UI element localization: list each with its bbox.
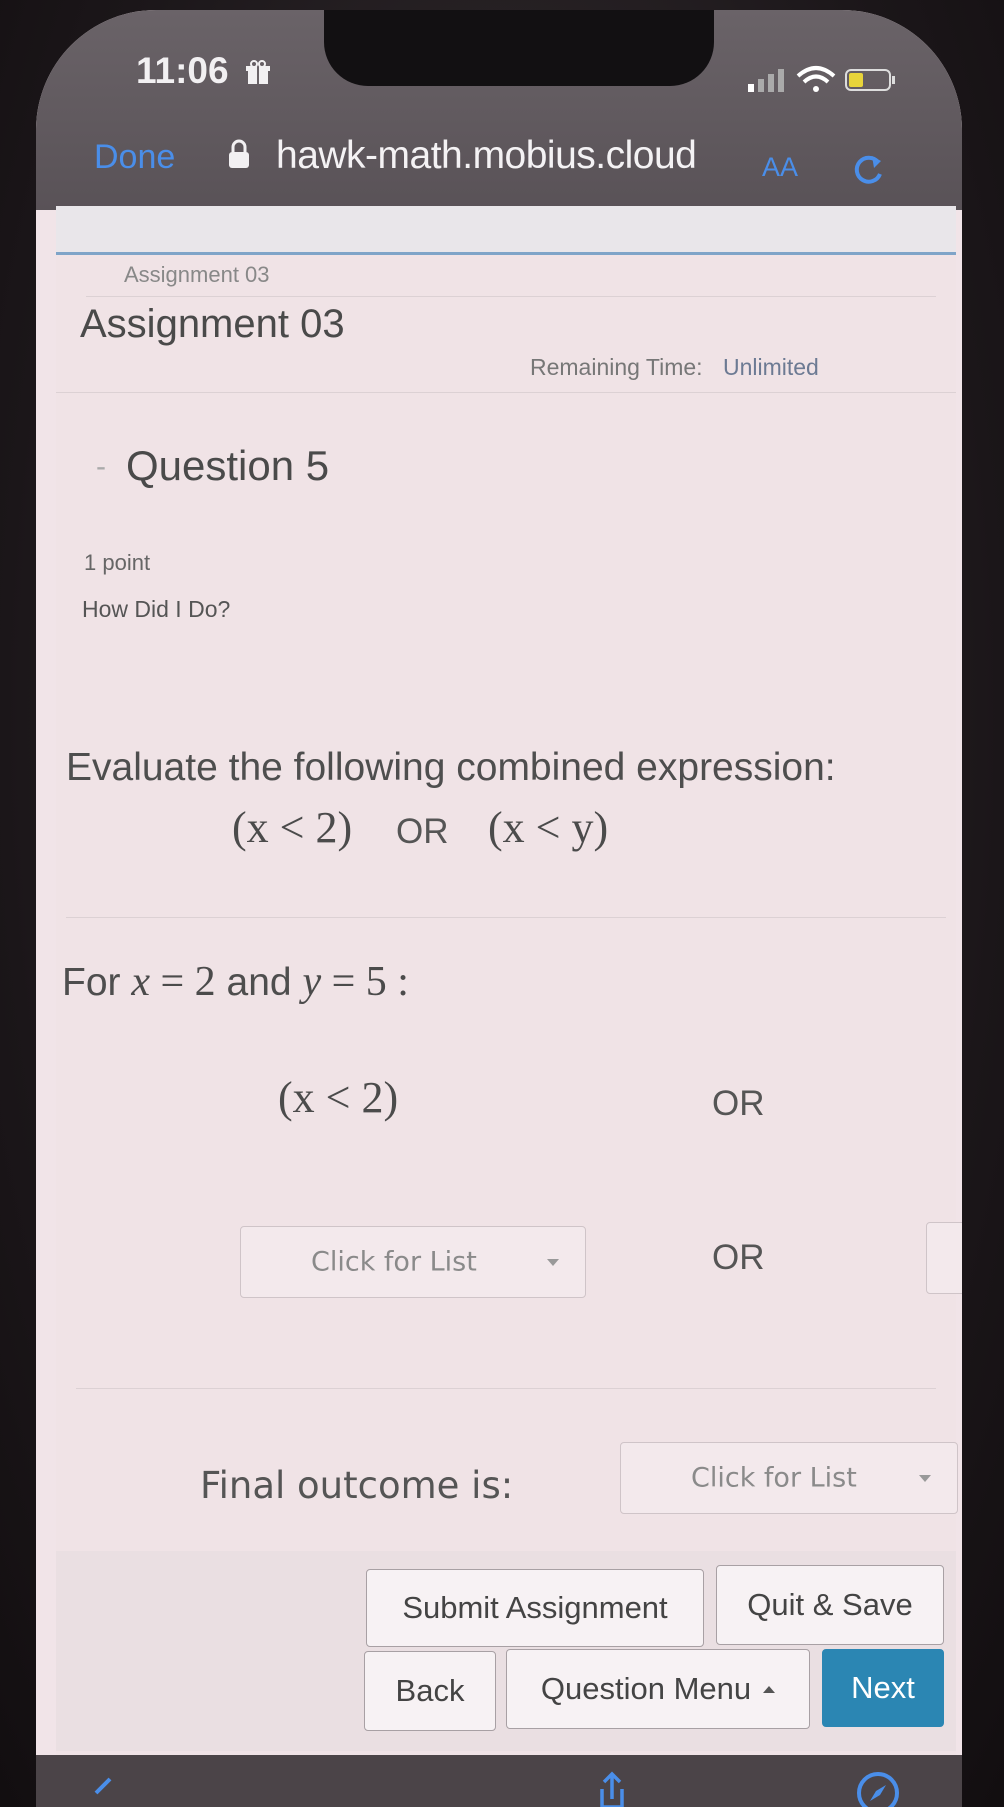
final-outcome-dropdown-text: Click for List (691, 1462, 857, 1494)
caret-up-icon (763, 1685, 776, 1693)
page-top-strip (56, 206, 956, 255)
reload-icon[interactable] (848, 150, 888, 190)
row2-left-dropdown-text: Click for List (311, 1246, 477, 1278)
collapse-icon[interactable]: - (96, 450, 106, 484)
done-button[interactable]: Done (94, 138, 175, 177)
question-points: 1 point (84, 550, 151, 575)
camera-notch (324, 10, 714, 86)
browser-top-bar: 11:06 Done hawk-math.mobius.cloud AA (36, 10, 962, 210)
given-x-var: x (131, 959, 150, 1005)
back-arrow-icon[interactable] (82, 1769, 122, 1807)
divider (86, 296, 936, 297)
expression-left: (x < 2) (232, 803, 353, 852)
final-outcome-label: Final outcome is: (200, 1464, 514, 1507)
remaining-time-label: Remaining Time: (530, 354, 703, 380)
gift-icon (245, 60, 270, 84)
text-size-button[interactable]: AA (762, 152, 798, 183)
row2-operator: OR (712, 1238, 765, 1277)
status-time: 11:06 (136, 50, 229, 91)
given-x-value: = 2 (160, 959, 216, 1005)
row2-right-dropdown[interactable] (926, 1222, 962, 1294)
question-menu-label: Question Menu (540, 1671, 752, 1706)
divider (56, 392, 956, 393)
battery-icon (845, 69, 895, 91)
page-title: Assignment 03 (80, 302, 345, 346)
chevron-down-icon (547, 1259, 559, 1266)
given-prefix: For (62, 961, 121, 1004)
remaining-time: Remaining Time: Unlimited (530, 354, 819, 381)
question-prompt: Evaluate the following combined expressi… (66, 746, 836, 789)
status-icons (748, 66, 895, 92)
web-content: Assignment 03 Assignment 03 Remaining Ti… (56, 206, 962, 1756)
compass-icon[interactable] (854, 1769, 902, 1807)
question-title: Question 5 (126, 442, 330, 489)
expression-operator: OR (396, 812, 449, 851)
share-icon[interactable] (592, 1769, 632, 1807)
given-values: For x = 2 and y = 5 : (62, 958, 409, 1006)
given-y-var: y (302, 959, 322, 1005)
wifi-icon (796, 66, 836, 92)
signal-icon (748, 69, 784, 92)
divider (76, 1388, 936, 1389)
how-did-i-do-link[interactable]: How Did I Do? (82, 596, 230, 623)
expression-right: (x < y) (488, 803, 609, 852)
browser-bottom-toolbar (36, 1755, 962, 1807)
breadcrumb[interactable]: Assignment 03 (124, 262, 270, 288)
next-button[interactable]: Next (822, 1649, 944, 1727)
quit-save-button[interactable]: Quit & Save (716, 1565, 944, 1645)
back-button[interactable]: Back (364, 1651, 496, 1731)
url-field[interactable]: hawk-math.mobius.cloud (276, 134, 697, 178)
row2-left-dropdown[interactable]: Click for List (240, 1226, 586, 1298)
submit-assignment-button[interactable]: Submit Assignment (366, 1569, 704, 1647)
assignment-footer: Submit Assignment Quit & Save Back Quest… (56, 1551, 956, 1751)
status-clock: 11:06 (136, 50, 271, 92)
question-menu-button[interactable]: Question Menu (506, 1649, 810, 1729)
row1-operator: OR (712, 1084, 765, 1123)
row1-left-expression: (x < 2) (278, 1073, 399, 1122)
given-y-value: = 5 : (331, 959, 409, 1005)
remaining-time-value: Unlimited (722, 354, 819, 380)
given-and: and (226, 961, 292, 1004)
chevron-down-icon (919, 1475, 931, 1482)
divider (66, 917, 946, 918)
phone-screen: 11:06 Done hawk-math.mobius.cloud AA Ass… (36, 10, 962, 1807)
lock-icon (229, 139, 249, 168)
final-outcome-dropdown[interactable]: Click for List (620, 1442, 958, 1514)
